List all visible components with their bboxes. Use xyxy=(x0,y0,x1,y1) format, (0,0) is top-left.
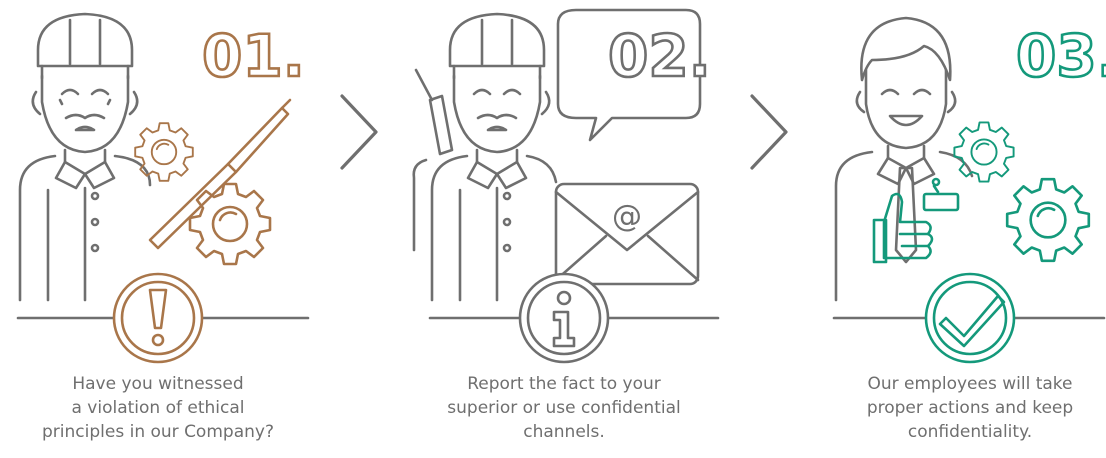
gear-icon xyxy=(188,182,272,266)
employee-face xyxy=(864,68,948,150)
info-icon xyxy=(518,272,610,364)
step-3-caption: Our employees will take proper actions a… xyxy=(820,372,1106,444)
caption-line: channels. xyxy=(523,422,605,442)
step-2-caption: Report the fact to your superior or use … xyxy=(414,372,714,444)
step-2-number: 02. xyxy=(608,22,711,90)
worker-helmet xyxy=(448,12,546,68)
caption-line: Our employees will take xyxy=(867,374,1073,394)
process-steps-diagram: 01. @ 02. 03 Have you witnessed a violat… xyxy=(0,0,1106,454)
worker-face xyxy=(452,74,542,154)
worker-helmet xyxy=(36,12,134,68)
worker-body xyxy=(18,154,152,302)
caption-line: a violation of ethical xyxy=(71,398,245,418)
chevron-right-icon xyxy=(340,94,378,170)
step-3-number: 03. xyxy=(1016,22,1106,90)
caption-line: superior or use confidential xyxy=(447,398,681,418)
caption-line: confidentiality. xyxy=(907,422,1033,442)
chevron-right-icon xyxy=(750,94,788,170)
step-1-number: 01. xyxy=(202,22,305,90)
gear-icon xyxy=(953,121,1015,183)
email-at-symbol: @ xyxy=(612,199,642,234)
checkmark-icon xyxy=(924,272,1016,364)
employee-hair xyxy=(860,16,952,82)
worker-face xyxy=(40,74,130,154)
gear-icon xyxy=(1005,177,1091,263)
caption-line: Report the fact to your xyxy=(467,374,661,394)
name-badge xyxy=(922,177,960,212)
gear-icon xyxy=(134,122,194,182)
caption-line: proper actions and keep xyxy=(866,398,1074,418)
exclamation-icon xyxy=(112,272,204,364)
employee-tie xyxy=(894,166,918,264)
caption-line: principles in our Company? xyxy=(42,422,274,442)
caption-line: Have you witnessed xyxy=(72,374,244,394)
step-1-caption: Have you witnessed a violation of ethica… xyxy=(8,372,308,444)
